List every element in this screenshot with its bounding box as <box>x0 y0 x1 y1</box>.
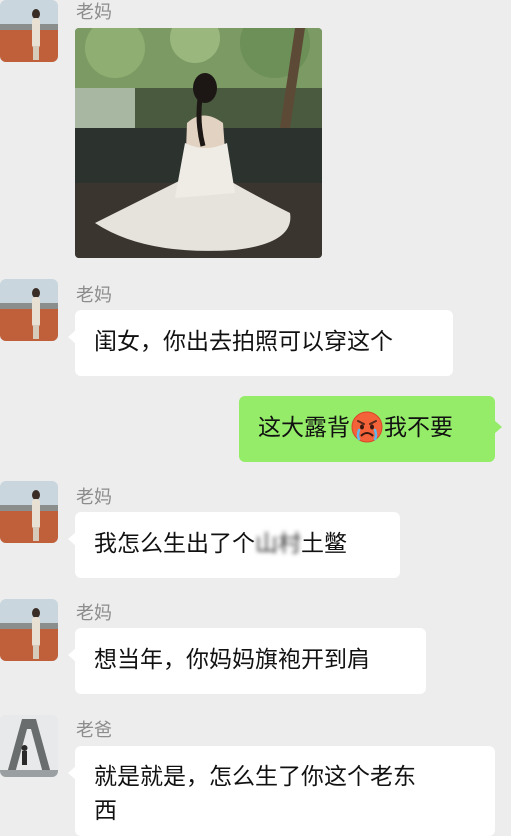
message-bubble[interactable]: 就是就是，怎么生了你这个老东 西 <box>68 746 495 836</box>
message-bubble[interactable]: 我怎么生出了个山村土鳖 <box>68 512 400 578</box>
message-bubble[interactable]: 闺女，你出去拍照可以穿这个 <box>68 310 453 376</box>
obscured-text: 山村 <box>255 531 301 557</box>
message-text: 闺女，你出去拍照可以穿这个 <box>94 329 393 355</box>
message-text: 我不要 <box>384 415 453 441</box>
avatar-mom[interactable] <box>0 481 58 543</box>
avatar-mom[interactable] <box>0 599 58 661</box>
sender-name: 老妈 <box>76 603 112 624</box>
sender-name: 老爸 <box>76 720 112 741</box>
dress-photo[interactable] <box>75 28 322 258</box>
avatar-mom[interactable] <box>0 279 58 341</box>
message-text: 我怎么生出了个 <box>94 531 255 557</box>
sender-name: 老妈 <box>76 487 112 508</box>
message-bubble[interactable]: 想当年，你妈妈旗袍开到肩 <box>68 628 426 694</box>
message-text: 西 <box>94 798 117 824</box>
message-text: 想当年，你妈妈旗袍开到肩 <box>94 647 370 673</box>
crying-angry-emoji-icon <box>351 411 383 442</box>
message-text: 土鳖 <box>301 531 347 557</box>
avatar-dad[interactable] <box>0 715 58 777</box>
avatar-mom[interactable] <box>0 0 58 62</box>
sender-name: 老妈 <box>76 2 112 23</box>
sender-name: 老妈 <box>76 285 112 306</box>
message-text: 就是就是，怎么生了你这个老东 <box>94 764 416 790</box>
message-text: 这大露背 <box>258 415 350 441</box>
message-bubble-outgoing[interactable]: 这大露背 我不要 <box>239 396 502 462</box>
